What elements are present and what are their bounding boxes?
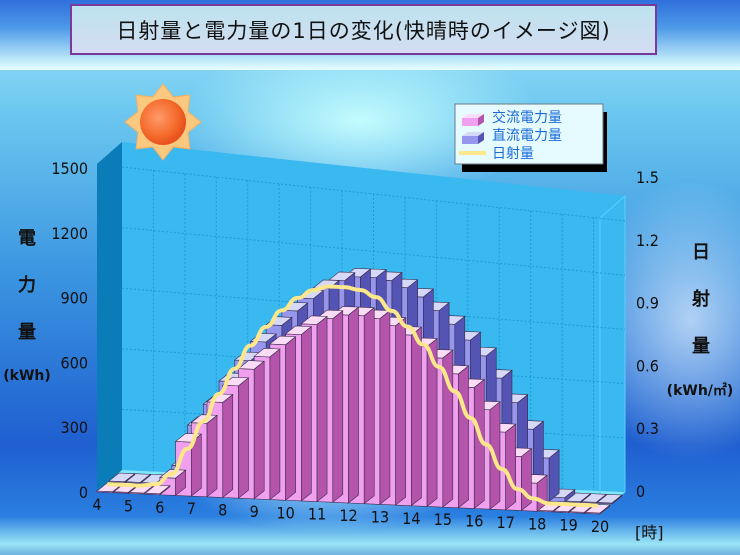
x-tick-label: 17 (497, 513, 515, 532)
y-right-axis-label: 量 (692, 335, 710, 357)
x-tick-label: 6 (155, 498, 164, 517)
x-tick-label: 14 (402, 509, 420, 528)
y-left-tick-label: 1500 (51, 159, 88, 178)
legend-label: 交流電力量 (492, 109, 562, 126)
ac-bar-side (206, 414, 218, 498)
x-tick-label: 5 (124, 496, 133, 515)
side-wall (97, 142, 122, 492)
x-tick-label: 10 (276, 503, 294, 522)
y-left-axis-label: 量 (18, 321, 36, 343)
x-tick-label: 9 (250, 502, 259, 521)
ac-bar-side (395, 317, 406, 506)
y-left-tick-label: 300 (61, 418, 88, 437)
sun-icon (124, 83, 202, 161)
ac-bar-side (505, 423, 516, 511)
y-left-axis-label: 力 (18, 275, 36, 296)
y-left-axis-label: 電 (18, 228, 36, 249)
ac-bar-side (238, 377, 249, 499)
y-right-axis-label: (kWh/㎡) (667, 382, 734, 399)
x-axis-label: [時] (635, 523, 664, 542)
y-left-axis-label: (kWh) (3, 368, 51, 384)
y-right-tick-label: 0.6 (636, 356, 659, 375)
x-tick-label: 20 (591, 517, 609, 536)
legend-swatch-front (462, 118, 478, 126)
ac-bar-side (316, 315, 328, 503)
x-tick-label: 7 (187, 499, 196, 518)
y-right-axis-label: 日 (692, 242, 710, 263)
y-right-axis-label: 射 (691, 288, 710, 310)
x-tick-label: 15 (434, 510, 452, 529)
x-tick-label: 11 (308, 505, 326, 524)
x-tick-label: 4 (92, 495, 101, 514)
ac-bar-side (301, 325, 312, 502)
ac-bar-side (348, 306, 359, 504)
y-right-tick-label: 1.2 (636, 231, 659, 250)
x-tick-label: 8 (218, 501, 227, 520)
ac-bar-side (285, 336, 296, 501)
ac-bar-side (332, 310, 344, 503)
y-right-tick-label: 1.5 (636, 168, 659, 187)
x-tick-label: 16 (465, 512, 483, 531)
dc-bar-side (548, 449, 560, 502)
legend-label: 日射量 (492, 146, 534, 162)
ac-bar-side (458, 365, 469, 509)
x-tick-label: 18 (528, 514, 546, 533)
ac-bar-side (411, 326, 422, 507)
sun-disc (140, 99, 186, 145)
ac-bar-side (253, 360, 265, 500)
ac-bar-side (222, 393, 234, 499)
ac-bar-side (269, 348, 281, 501)
y-left-tick-label: 1200 (51, 224, 88, 243)
ac-bar-side (521, 447, 532, 512)
y-right-tick-label: 0.3 (636, 419, 659, 438)
x-tick-label: 12 (339, 506, 357, 525)
y-left-tick-label: 900 (61, 289, 88, 308)
legend-label: 直流電力量 (492, 127, 562, 144)
y-left-tick-label: 600 (61, 353, 88, 372)
x-tick-label: 13 (371, 507, 389, 526)
legend-swatch-front (462, 136, 478, 144)
chart-canvas: 0 300 600 900 1200 1500 0 0.3 0.6 0.9 1.2 1.5 4 5 6 7 8 9… (3, 83, 734, 542)
y-left-tick-label: 0 (79, 483, 88, 502)
ac-bar-side (363, 307, 375, 505)
y-right-tick-label: 0 (636, 482, 645, 501)
y-right-tick-label: 0.9 (636, 294, 659, 313)
ac-bar-side (379, 309, 391, 505)
legend: 交流電力量直流電力量日射量 (454, 103, 607, 172)
x-tick-label: 19 (559, 516, 577, 535)
